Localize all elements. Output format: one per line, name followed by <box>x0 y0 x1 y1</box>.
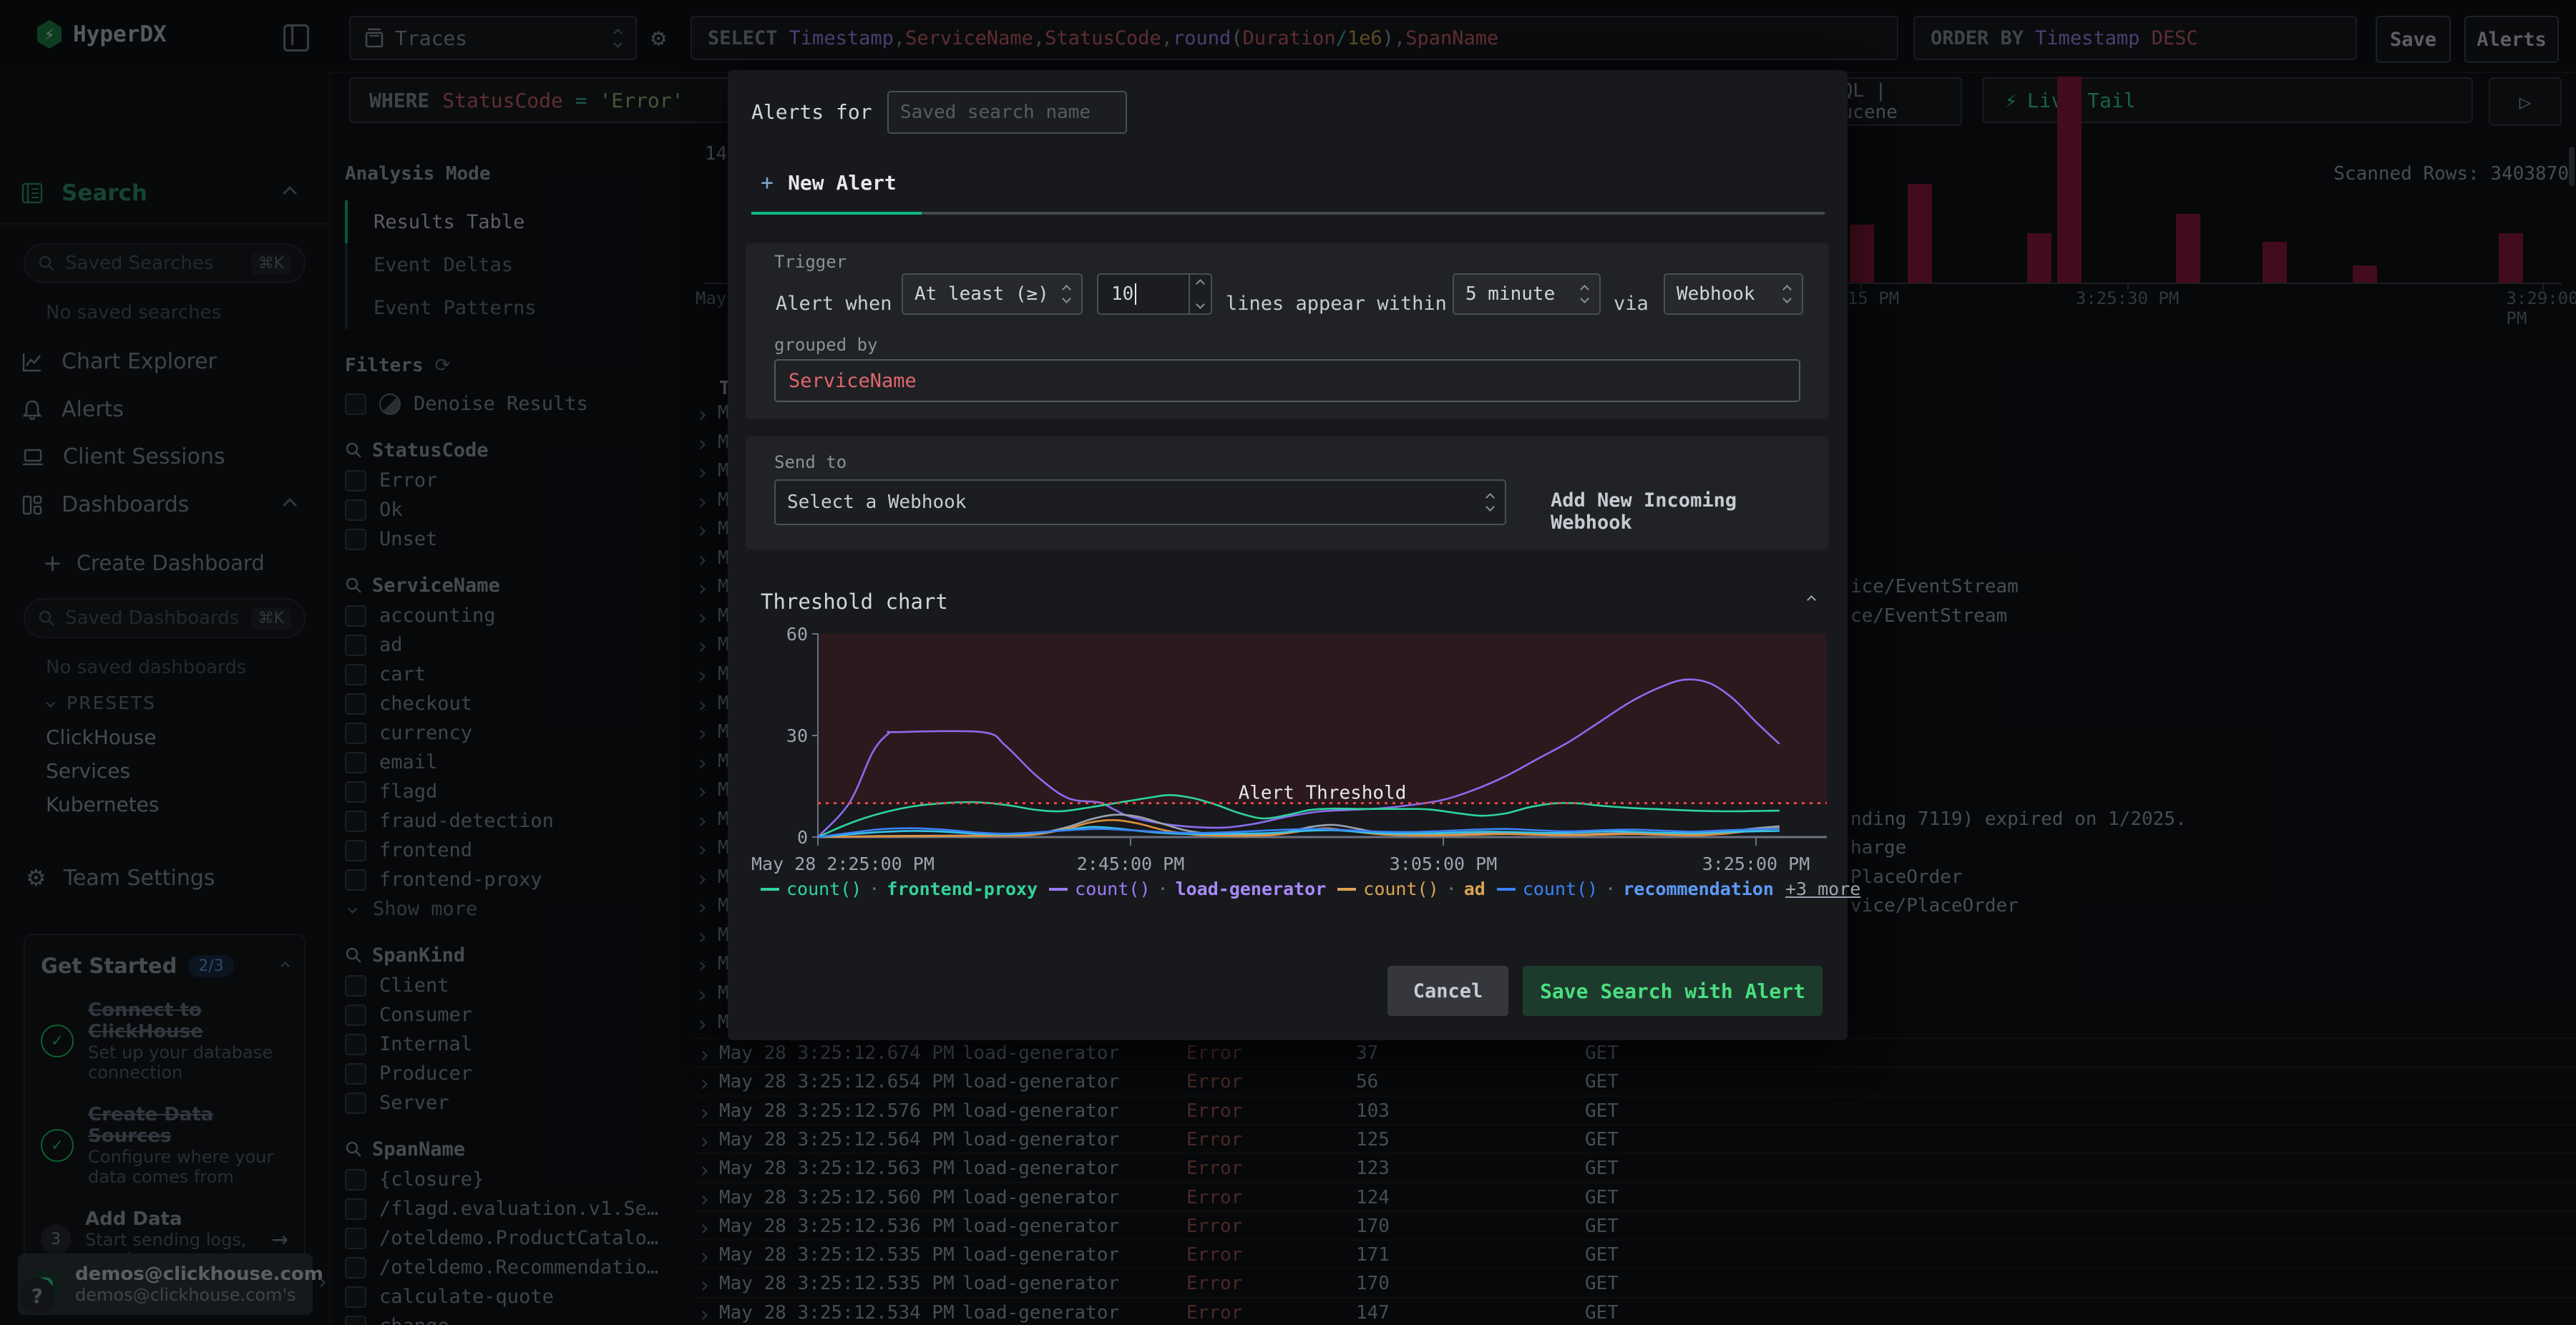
grouped-by-value: ServiceName <box>789 369 917 392</box>
legend-sep: · <box>1605 879 1616 899</box>
send-to-label: Send to <box>774 452 847 472</box>
grouped-by-input[interactable]: ServiceName <box>774 359 1800 402</box>
hyperdx-app: ⚡ HyperDX Traces ⚙ SELECT Timestamp,Serv… <box>0 0 2576 1325</box>
dialog-title: Alerts for <box>751 100 872 124</box>
x-tick-label: May 28 2:25:00 PM <box>751 854 935 874</box>
legend-item[interactable]: count() · load-generator <box>1049 879 1326 899</box>
legend-dash-icon <box>761 887 779 891</box>
updown-chevron-icon <box>1782 285 1792 303</box>
legend-group: frontend-proxy <box>887 879 1038 899</box>
updown-chevron-icon <box>1062 285 1071 303</box>
send-to-panel: Send to Select a Webhook Add New Incomin… <box>746 436 1829 549</box>
add-webhook-link[interactable]: Add New Incoming Webhook <box>1551 489 1829 534</box>
text-cursor <box>1135 283 1137 305</box>
alert-threshold-label: Alert Threshold <box>1239 783 1407 804</box>
plus-icon: + <box>761 170 774 195</box>
y-tick-label: 60 <box>786 624 808 645</box>
threshold-op-select[interactable]: At least (≥) <box>902 273 1083 315</box>
channel-select[interactable]: Webhook <box>1664 273 1803 315</box>
legend-metric: count() <box>1075 879 1151 899</box>
alert-dialog: Alerts for Saved search name + New Alert… <box>728 70 1860 1040</box>
legend-dash-icon <box>1049 887 1068 891</box>
saved-search-name-input[interactable]: Saved search name <box>887 91 1127 134</box>
legend-sep: · <box>869 879 880 899</box>
legend-item[interactable]: count() · ad <box>1337 879 1485 899</box>
legend-item[interactable]: count() · recommendation <box>1496 879 1774 899</box>
alert-danger-zone <box>818 634 1827 803</box>
threshold-chart-title: Threshold chart <box>761 590 948 614</box>
x-tick-label: 2:45:00 PM <box>1077 854 1185 874</box>
via-label: via <box>1614 293 1649 315</box>
lines-appear-label: lines appear within <box>1226 293 1447 315</box>
tab-label: New Alert <box>788 171 897 195</box>
updown-chevron-icon <box>1580 285 1589 303</box>
cancel-button[interactable]: Cancel <box>1387 966 1508 1016</box>
y-tick-label: 30 <box>786 725 808 746</box>
trigger-label: Trigger <box>774 252 847 272</box>
legend-more-link[interactable]: +3 more <box>1785 879 1860 899</box>
legend-metric: count() <box>1363 879 1439 899</box>
x-tick-label: 3:25:00 PM <box>1702 854 1810 874</box>
trigger-panel: Trigger Alert when At least (≥) 10 lines… <box>746 243 1829 419</box>
chart-legend: count() · frontend-proxy count() · load-gener… <box>761 879 1860 899</box>
legend-dash-icon <box>1337 887 1357 891</box>
legend-metric: count() <box>1522 879 1599 899</box>
alert-when-label: Alert when <box>776 293 892 315</box>
legend-group: ad <box>1463 879 1485 899</box>
webhook-select[interactable]: Select a Webhook <box>774 479 1506 525</box>
x-tick-label: 3:05:00 PM <box>1390 854 1498 874</box>
threshold-value-input[interactable]: 10 <box>1097 273 1212 315</box>
updown-chevron-icon <box>1485 493 1495 512</box>
legend-group: load-generator <box>1175 879 1327 899</box>
legend-sep: · <box>1445 879 1457 899</box>
grouped-by-label: grouped by <box>774 335 878 355</box>
legend-dash-icon <box>1496 887 1516 891</box>
name-placeholder: Saved search name <box>900 102 1091 123</box>
legend-group: recommendation <box>1623 879 1774 899</box>
tab-new-alert[interactable]: + New Alert <box>761 170 897 195</box>
window-select[interactable]: 5 minute <box>1453 273 1601 315</box>
legend-metric: count() <box>786 879 862 899</box>
y-tick-label: 0 <box>797 827 808 848</box>
save-search-with-alert-button[interactable]: Save Search with Alert <box>1523 966 1823 1016</box>
stepper[interactable] <box>1189 275 1211 313</box>
tab-underline-active <box>751 212 922 215</box>
legend-sep: · <box>1157 879 1169 899</box>
legend-item[interactable]: count() · frontend-proxy <box>761 879 1038 899</box>
collapse-chart-icon[interactable] <box>1807 595 1816 605</box>
